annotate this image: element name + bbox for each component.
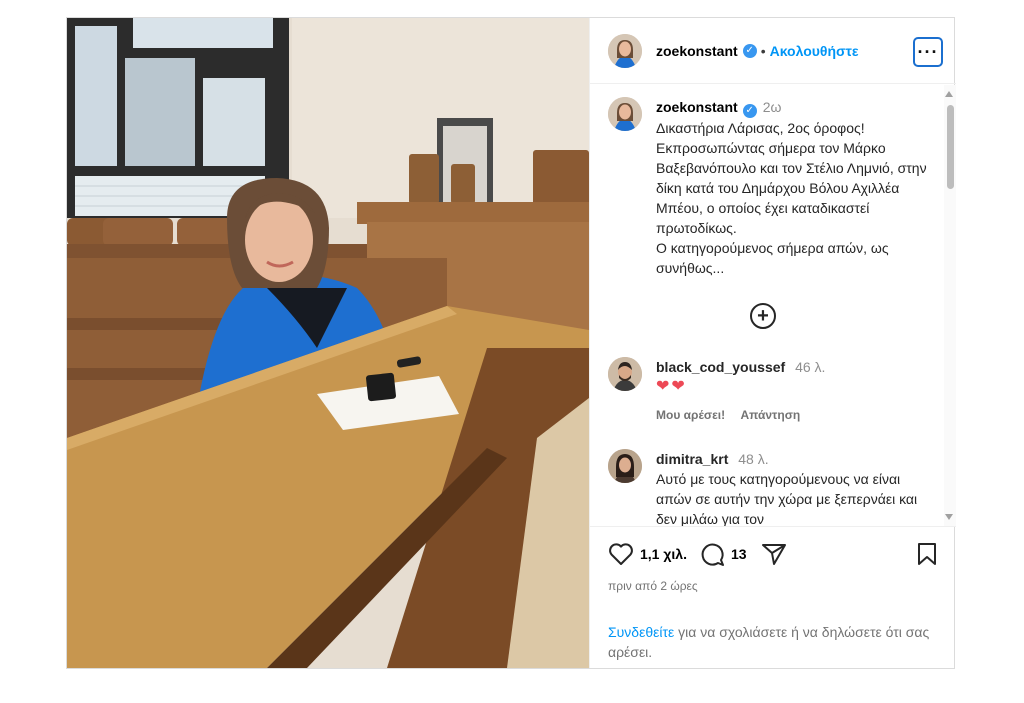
heart-icon[interactable] bbox=[608, 542, 634, 566]
comment-actions: Μου αρέσει! Απάντηση bbox=[656, 405, 938, 425]
post-footer: 1,1 χιλ. 13 πριν από 2 ώρες Συνδεθείτε γ… bbox=[590, 526, 956, 668]
share-send-icon[interactable] bbox=[761, 542, 787, 566]
comment-item: black_cod_youssef 46 λ. ❤❤ Μου αρέσει! Α… bbox=[608, 357, 938, 425]
caption-author-avatar[interactable] bbox=[608, 97, 642, 131]
header-separator: • bbox=[760, 42, 766, 59]
post-header: zoekonstant ✓ • Ακολουθήστε ··· bbox=[590, 18, 956, 84]
comment-reply-button[interactable]: Απάντηση bbox=[740, 408, 800, 422]
courtroom-photo bbox=[67, 18, 589, 668]
comment-body: dimitra_krt 48 λ. Αυτό με τους κατηγορού… bbox=[656, 449, 938, 526]
post-caption: zoekonstant ✓ 2ω Δικαστήρια Λάρισας, 2ος ό… bbox=[608, 97, 938, 278]
comment-text: Αυτό με τους κατηγορούμενους να είναι απ… bbox=[656, 471, 918, 526]
comment-body: black_cod_youssef 46 λ. ❤❤ Μου αρέσει! Α… bbox=[656, 357, 938, 425]
bookmark-icon[interactable] bbox=[916, 542, 938, 566]
scroll-down-arrow-icon[interactable] bbox=[945, 514, 953, 520]
verified-badge-icon: ✓ bbox=[742, 43, 757, 58]
caption-body: zoekonstant ✓ 2ω Δικαστήρια Λάρισας, 2ος ό… bbox=[656, 97, 938, 278]
comment-bubble-icon[interactable] bbox=[699, 541, 725, 567]
plus-circle-icon[interactable]: + bbox=[750, 303, 776, 329]
comment-group: 13 bbox=[699, 541, 747, 567]
caption-text: Δικαστήρια Λάρισας, 2ος όροφος! Εκπροσωπ… bbox=[656, 120, 927, 276]
login-prompt: Συνδεθείτε για να σχολιάσετε ή να δηλώσε… bbox=[608, 622, 938, 662]
comments-scrollbar[interactable] bbox=[944, 85, 956, 526]
comment-item: dimitra_krt 48 λ. Αυτό με τους κατηγορού… bbox=[608, 449, 938, 526]
comment-time[interactable]: 48 λ. bbox=[738, 451, 768, 467]
instagram-post: zoekonstant ✓ • Ακολουθήστε ··· zoekonst… bbox=[66, 17, 956, 669]
commenter-avatar[interactable] bbox=[608, 357, 642, 391]
scrollbar-thumb[interactable] bbox=[947, 105, 954, 189]
post-side-panel: zoekonstant ✓ • Ακολουθήστε ··· zoekonst… bbox=[589, 18, 956, 668]
caption-time[interactable]: 2ω bbox=[763, 99, 782, 115]
post-actions-bar: 1,1 χιλ. 13 bbox=[608, 539, 938, 569]
author-avatar[interactable] bbox=[608, 33, 642, 68]
login-link[interactable]: Συνδεθείτε bbox=[608, 624, 674, 640]
comment-time[interactable]: 46 λ. bbox=[795, 359, 825, 375]
more-options-icon[interactable]: ··· bbox=[913, 37, 943, 67]
like-count[interactable]: 1,1 χιλ. bbox=[640, 546, 687, 562]
post-timestamp[interactable]: πριν από 2 ώρες bbox=[608, 579, 698, 593]
caption-username[interactable]: zoekonstant bbox=[656, 99, 738, 115]
comment-username[interactable]: dimitra_krt bbox=[656, 451, 728, 467]
commenter-avatar[interactable] bbox=[608, 449, 642, 483]
verified-badge-icon: ✓ bbox=[742, 104, 757, 118]
comment-like-button[interactable]: Μου αρέσει! bbox=[656, 408, 725, 422]
post-photo[interactable] bbox=[67, 18, 589, 668]
comments-scroll-area[interactable]: zoekonstant ✓ 2ω Δικαστήρια Λάρισας, 2ος ό… bbox=[590, 85, 956, 526]
scroll-up-arrow-icon[interactable] bbox=[945, 91, 953, 97]
comment-count[interactable]: 13 bbox=[731, 546, 747, 562]
comment-text: ❤❤ bbox=[656, 378, 687, 395]
follow-button[interactable]: Ακολουθήστε bbox=[770, 43, 859, 59]
comment-username[interactable]: black_cod_youssef bbox=[656, 359, 785, 375]
author-username[interactable]: zoekonstant bbox=[656, 43, 738, 59]
